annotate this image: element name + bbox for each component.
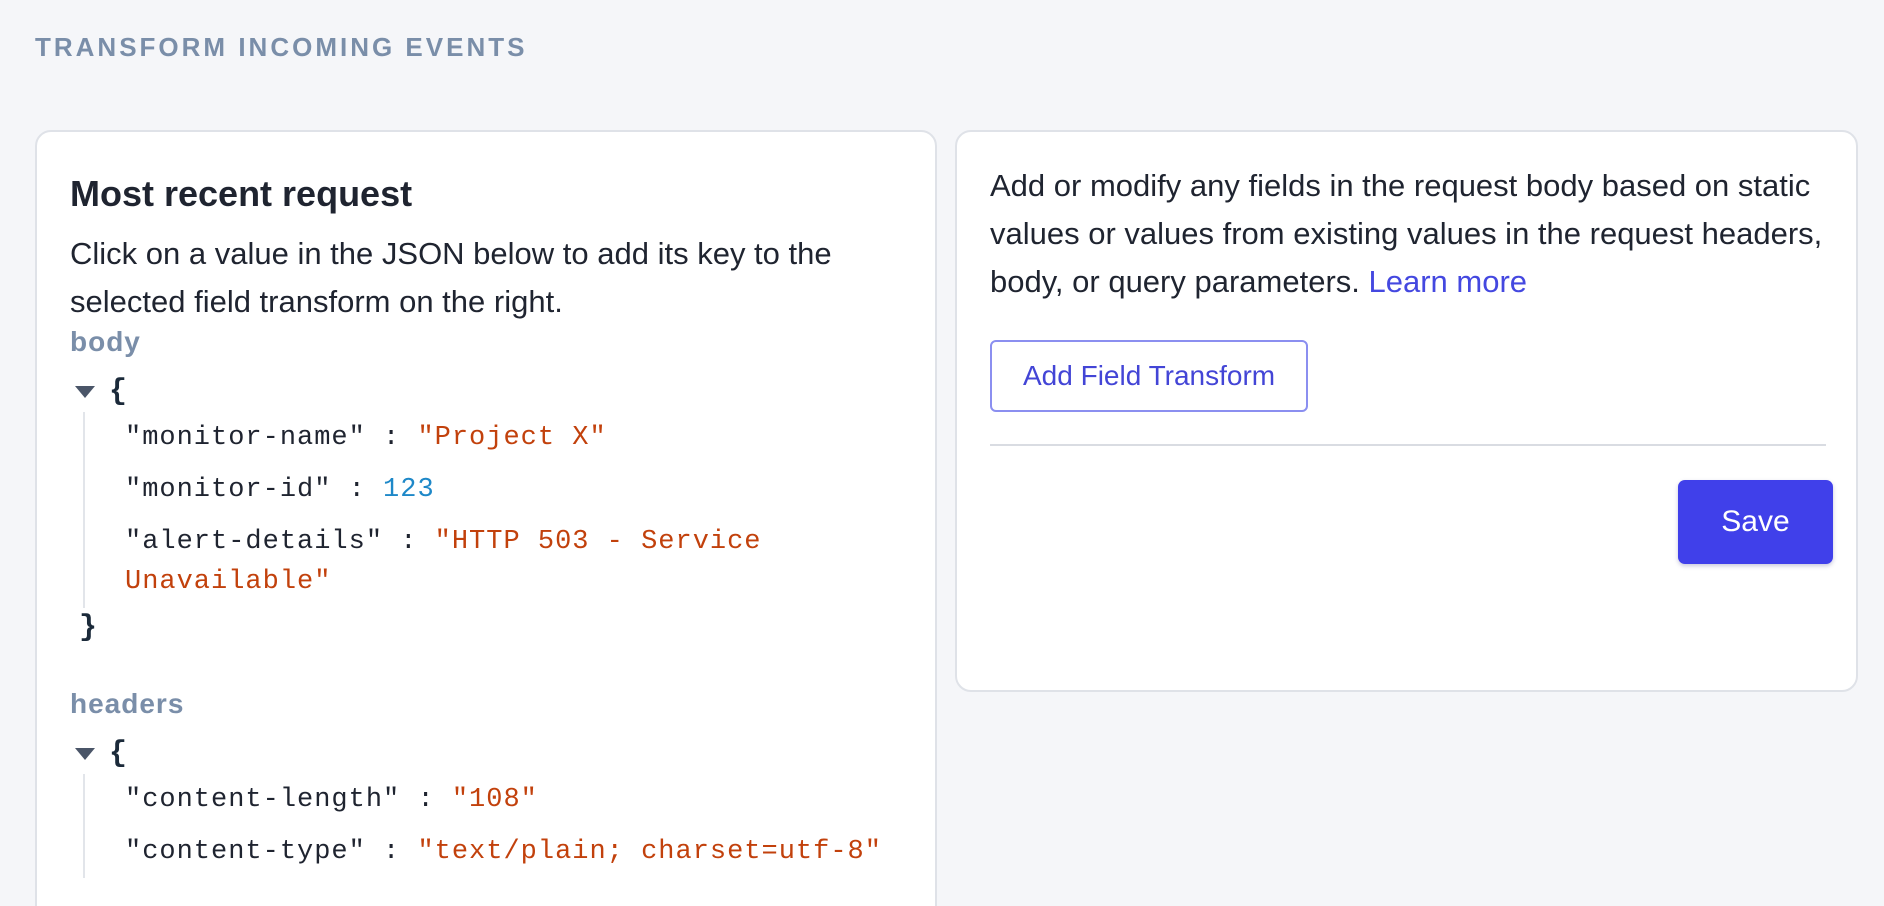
json-separator: : (400, 527, 418, 557)
json-field-row: "content-length" : "108" (125, 774, 905, 826)
close-brace: } (79, 611, 98, 645)
json-key: "content-length" (125, 785, 401, 815)
save-button[interactable]: Save (1678, 480, 1833, 564)
json-field-row: "content-type" : "text/plain; charset=ut… (125, 826, 905, 878)
collapse-caret-icon[interactable] (75, 748, 95, 760)
field-transform-card: Add or modify any fields in the request … (955, 130, 1858, 692)
json-key: "content-type" (125, 837, 366, 867)
json-key: "monitor-name" (125, 423, 366, 453)
add-field-transform-button[interactable]: Add Field Transform (990, 340, 1309, 412)
json-value[interactable]: "text/plain; charset=utf-8" (417, 837, 881, 867)
divider (990, 444, 1826, 446)
json-separator: : (348, 475, 366, 505)
headers-json-tree: { "content-length" : "108" "content-type"… (70, 734, 905, 878)
open-brace: { (109, 375, 128, 409)
learn-more-link[interactable]: Learn more (1369, 264, 1528, 299)
json-separator: : (383, 837, 401, 867)
collapse-caret-icon[interactable] (75, 386, 95, 398)
json-value[interactable]: 123 (383, 475, 435, 505)
body-json-tree: { "monitor-name" : "Project X" "monitor-i… (70, 372, 905, 648)
json-separator: : (417, 785, 435, 815)
json-separator: : (383, 423, 401, 453)
json-field-row: "alert-details" : "HTTP 503 - Service Un… (125, 516, 905, 608)
most-recent-request-card: Most recent request Click on a value in … (35, 130, 937, 906)
transform-description: Add or modify any fields in the request … (990, 162, 1830, 306)
card-heading: Most recent request (70, 173, 413, 214)
json-field-row: "monitor-id" : 123 (125, 464, 905, 516)
json-value[interactable]: "Project X" (417, 423, 606, 453)
section-title: TRANSFORM INCOMING EVENTS (35, 32, 528, 62)
card-description: Click on a value in the JSON below to ad… (70, 236, 832, 319)
headers-fields-list: "content-length" : "108" "content-type" :… (83, 774, 905, 878)
json-field-row: "monitor-name" : "Project X" (125, 412, 905, 464)
json-key: "monitor-id" (125, 475, 332, 505)
body-fields-list: "monitor-name" : "Project X" "monitor-id"… (83, 412, 905, 608)
headers-label: headers (70, 688, 185, 719)
open-brace: { (109, 737, 128, 771)
json-value[interactable]: "108" (452, 785, 538, 815)
json-key: "alert-details" (125, 527, 384, 557)
body-label: body (70, 326, 141, 357)
